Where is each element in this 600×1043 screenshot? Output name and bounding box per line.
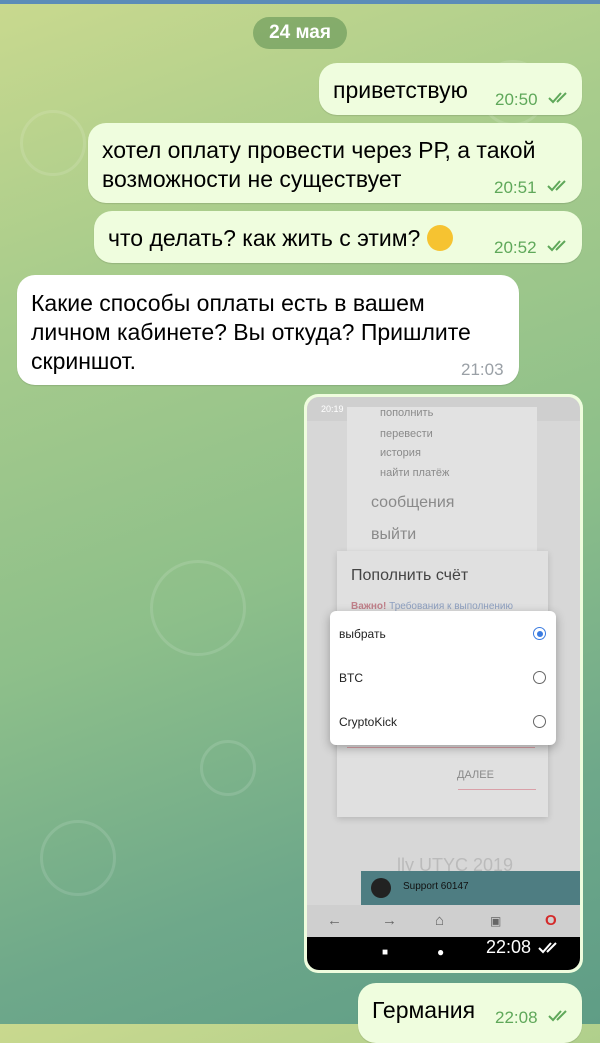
home-icon: ⌂ [435,912,445,929]
background-doodle [20,110,86,176]
option-label: выбрать [339,627,386,641]
menu-item: сообщения [371,494,455,511]
browser-navbar: ← → ⌂ ▣ O [307,905,580,937]
incoming-message[interactable]: Какие способы оплаты есть в вашем личном… [17,275,519,385]
menu-item: история [380,447,421,459]
phone-status-time: 20:19 [321,404,344,414]
outgoing-message[interactable]: приветствую 20:50 [319,63,582,115]
double-check-icon [547,180,566,192]
message-time: 20:50 [495,90,538,109]
message-time: 20:51 [494,178,537,197]
message-time: 21:03 [461,360,504,379]
message-text: приветствую [333,77,468,103]
option-label: BTC [339,671,363,685]
radio-icon [533,671,546,684]
message-time: 20:52 [494,238,537,257]
message-text: что делать? как жить с этим? [108,223,453,254]
recent-apps-icon: ■ [382,947,389,958]
background-doodle [200,740,256,796]
menu-item: перевести [380,428,433,440]
input-underline [347,747,535,748]
message-text-content: что делать? как жить с этим? [108,225,421,251]
outgoing-message[interactable]: хотел оплату провести через РР, а такой … [88,123,582,203]
support-label: Support 60147 [403,881,469,892]
radio-icon [533,715,546,728]
outgoing-message[interactable]: что делать? как жить с этим? 20:52 [94,211,582,263]
background-doodle [150,560,246,656]
message-text: Германия [372,997,476,1023]
avatar [371,878,391,898]
menu-item: выйти [371,526,417,543]
message-time: 22:08 [495,1008,538,1027]
option-label: CryptoKick [339,715,398,729]
double-check-icon [548,92,567,104]
opera-icon: O [545,912,557,929]
radio-selected-icon [533,627,546,640]
home-button-icon: ● [437,945,445,959]
double-check-icon [547,240,566,252]
menu-item: найти платёж [380,467,450,479]
date-separator: 24 мая [253,17,347,49]
screenshot-image[interactable]: 20:19 пополнить перевести история найти … [307,397,580,970]
payment-method-popup: выбрать BTC CryptoKick [330,611,556,745]
message-text-line: скриншот. [31,348,137,374]
arrow-left-icon: ← [327,912,342,929]
message-text-line: личном кабинете? Вы откуда? Пришлите [31,319,471,345]
top-accent-line [0,0,600,4]
double-check-icon [548,1010,567,1022]
dialog-title: Пополнить счёт [351,567,469,584]
support-banner: Support 60147 [361,871,580,905]
background-doodle [40,820,116,896]
outgoing-message[interactable]: Германия 22:08 [358,983,582,1043]
crying-face-icon [426,224,453,251]
arrow-right-icon: → [382,912,397,929]
message-text-line: возможности не существует [102,166,402,192]
next-button-underline [458,789,536,790]
message-time: 22:08 [486,937,532,957]
next-button: ДАЛЕЕ [457,769,494,781]
menu-item: пополнить [380,407,434,419]
message-text-line: Какие способы оплаты есть в вашем [31,290,425,316]
tabs-icon: ▣ [490,914,502,928]
double-check-icon [538,942,557,954]
message-text-line: хотел оплату провести через РР, а такой [102,137,536,163]
